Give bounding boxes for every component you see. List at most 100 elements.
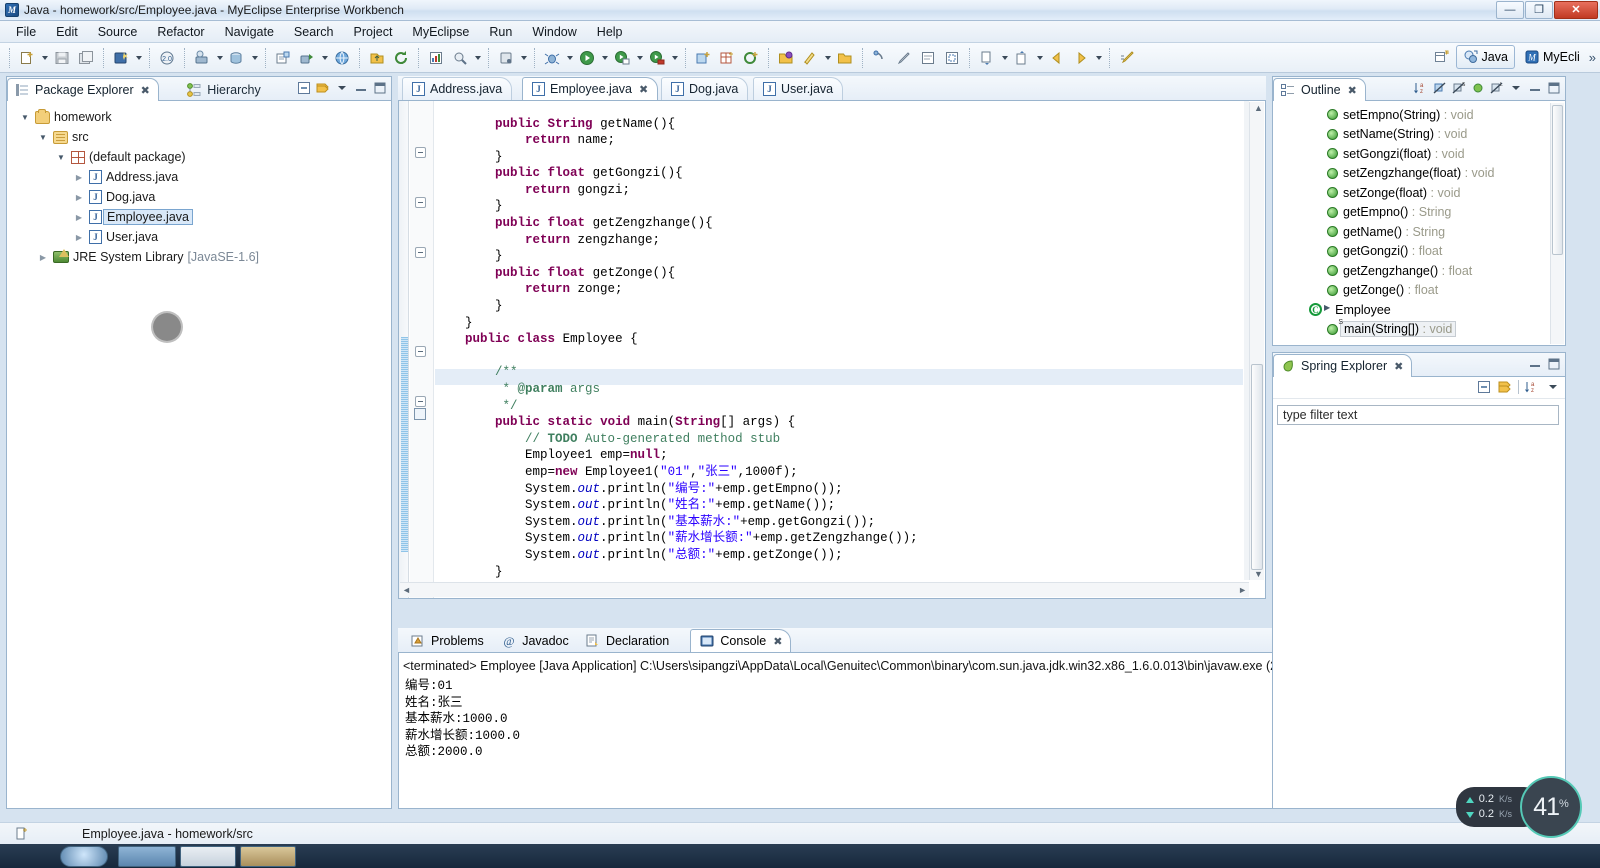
browser-icon[interactable] xyxy=(331,47,353,69)
chevron-down-icon[interactable] xyxy=(564,47,575,69)
tab-hierarchy[interactable]: Hierarchy xyxy=(180,79,269,102)
web-20-icon[interactable]: 2.0 xyxy=(156,47,178,69)
new-class-icon[interactable] xyxy=(692,47,714,69)
spring-filter-input[interactable]: type filter text xyxy=(1277,405,1559,425)
chevron-down-icon[interactable]: ▼ xyxy=(55,153,67,162)
tree-item-src[interactable]: ▼ src xyxy=(11,127,391,147)
tab-package-explorer[interactable]: Package Explorer ✖ xyxy=(7,78,159,101)
view-menu-icon[interactable] xyxy=(1508,80,1524,96)
console-tab-console[interactable]: Console ✖ xyxy=(690,629,792,652)
chevron-down-icon[interactable] xyxy=(133,47,144,69)
block-selection-icon[interactable] xyxy=(941,47,963,69)
toggle-mark-occurrences-icon[interactable] xyxy=(869,47,891,69)
chevron-down-icon[interactable] xyxy=(472,47,483,69)
chevron-down-icon[interactable] xyxy=(518,47,529,69)
outline-item-getzengzhange[interactable]: getZengzhange() : float xyxy=(1273,261,1565,281)
chevron-down-icon[interactable] xyxy=(599,47,610,69)
scroll-right-icon[interactable]: ► xyxy=(1238,585,1247,595)
open-package-icon[interactable] xyxy=(775,47,797,69)
console-tab-javadoc[interactable]: @ Javadoc xyxy=(493,629,577,652)
refresh-icon[interactable] xyxy=(390,47,412,69)
menu-item-refactor[interactable]: Refactor xyxy=(147,23,214,41)
folder-open-icon[interactable] xyxy=(834,47,856,69)
show-whitespace-icon[interactable] xyxy=(917,47,939,69)
outline-item-main-string[interactable]: Smain(String[]) : void xyxy=(1273,319,1565,340)
menu-item-source[interactable]: Source xyxy=(88,23,148,41)
menu-item-edit[interactable]: Edit xyxy=(46,23,88,41)
close-icon[interactable]: ✖ xyxy=(773,635,782,648)
editor-body[interactable]: public String getName(){ return name; } … xyxy=(398,100,1266,599)
tab-spring-explorer[interactable]: Spring Explorer ✖ xyxy=(1273,354,1413,377)
perspective-myeclipse[interactable]: M MyEcli xyxy=(1517,45,1587,69)
scroll-left-icon[interactable]: ◄ xyxy=(402,585,411,595)
hide-nonpublic-icon[interactable] xyxy=(1470,80,1486,96)
previous-annotation-icon[interactable] xyxy=(1011,47,1033,69)
chevron-down-icon[interactable] xyxy=(39,47,50,69)
outline-vertical-scrollbar[interactable] xyxy=(1550,103,1564,344)
chevron-down-icon[interactable] xyxy=(634,47,645,69)
tree-item-employee-java[interactable]: ▶ J Employee.java xyxy=(11,207,391,227)
open-perspective-icon[interactable] xyxy=(1431,46,1453,68)
run-server-icon[interactable] xyxy=(296,47,318,69)
chevron-down-icon[interactable] xyxy=(319,47,330,69)
chevron-down-icon[interactable]: ▼ xyxy=(37,133,49,142)
console-tab-problems[interactable]: Problems xyxy=(402,629,492,652)
outline-item-setzonge-float[interactable]: setZonge(float) : void xyxy=(1273,183,1565,203)
folding-column[interactable] xyxy=(410,101,434,598)
scroll-down-icon[interactable]: ▼ xyxy=(1254,569,1263,579)
back-icon[interactable] xyxy=(1046,47,1068,69)
outline-item-employee[interactable]: C ▶ Employee xyxy=(1273,300,1565,320)
outline-item-setzengzhange-float[interactable]: setZengzhange(float) : void xyxy=(1273,164,1565,184)
close-icon[interactable]: ✖ xyxy=(1348,84,1357,97)
tree-item-address-java[interactable]: ▶ J Address.java xyxy=(11,167,391,187)
taskbar-item[interactable] xyxy=(240,846,296,867)
menu-item-run[interactable]: Run xyxy=(479,23,522,41)
tree-item-user-java[interactable]: ▶ J User.java xyxy=(11,227,391,247)
editor-tab-user-java[interactable]: J User.java xyxy=(753,77,844,100)
chevron-down-icon[interactable] xyxy=(999,47,1010,69)
outline-item-getzonge[interactable]: getZonge() : float xyxy=(1273,281,1565,301)
save-all-icon[interactable] xyxy=(75,47,97,69)
taskbar-item[interactable] xyxy=(60,846,108,867)
menu-item-myeclipse[interactable]: MyEclipse xyxy=(402,23,479,41)
cpu-usage-gauge[interactable]: 41 % xyxy=(1520,776,1582,838)
open-type-icon[interactable] xyxy=(272,47,294,69)
debug-icon[interactable] xyxy=(541,47,563,69)
forward-icon[interactable] xyxy=(1070,47,1092,69)
close-icon[interactable]: ✖ xyxy=(639,83,648,96)
run-icon[interactable] xyxy=(576,47,598,69)
taskbar-item[interactable] xyxy=(118,846,176,867)
menu-item-file[interactable]: File xyxy=(6,23,46,41)
chevron-down-icon[interactable] xyxy=(214,47,225,69)
new-package-icon[interactable] xyxy=(716,47,738,69)
maximize-icon[interactable] xyxy=(1546,80,1562,96)
chevron-right-icon[interactable]: ▶ xyxy=(73,233,85,242)
view-menu-icon[interactable] xyxy=(334,80,350,96)
chevron-down-icon[interactable] xyxy=(669,47,680,69)
outline-item-getempno[interactable]: getEmpno() : String xyxy=(1273,203,1565,223)
new-annotation-icon[interactable] xyxy=(740,47,762,69)
report-icon[interactable] xyxy=(425,47,447,69)
link-with-editor-icon[interactable] xyxy=(1497,379,1513,395)
quickfix-icon[interactable] xyxy=(799,47,821,69)
server-manager-icon[interactable] xyxy=(191,47,213,69)
menu-item-window[interactable]: Window xyxy=(522,23,586,41)
export-icon[interactable] xyxy=(366,47,388,69)
search-icon[interactable] xyxy=(449,47,471,69)
next-annotation-icon[interactable] xyxy=(976,47,998,69)
console-tab-declaration[interactable]: Declaration xyxy=(577,629,677,652)
outline-item-setempno-string[interactable]: setEmpno(String) : void xyxy=(1273,105,1565,125)
restore-button[interactable]: ❐ xyxy=(1525,1,1553,19)
minimize-button[interactable]: — xyxy=(1496,1,1524,19)
chevron-down-icon[interactable] xyxy=(1093,47,1104,69)
chevron-right-icon[interactable]: ▶ xyxy=(73,213,85,222)
link-with-editor-icon[interactable] xyxy=(315,80,331,96)
tree-item-jre-system-library[interactable]: ▶ JRE System Library [JavaSE-1.6] xyxy=(11,247,391,267)
outline-item-getname[interactable]: getName() : String xyxy=(1273,222,1565,242)
last-edit-location-icon[interactable] xyxy=(1116,47,1138,69)
collapse-all-icon[interactable] xyxy=(296,80,312,96)
new-wizard-icon[interactable] xyxy=(16,47,38,69)
editor-horizontal-scrollbar[interactable]: ◄ ► xyxy=(400,582,1249,597)
sort-icon[interactable]: az xyxy=(1413,80,1429,96)
sort-icon[interactable]: az xyxy=(1524,379,1540,395)
